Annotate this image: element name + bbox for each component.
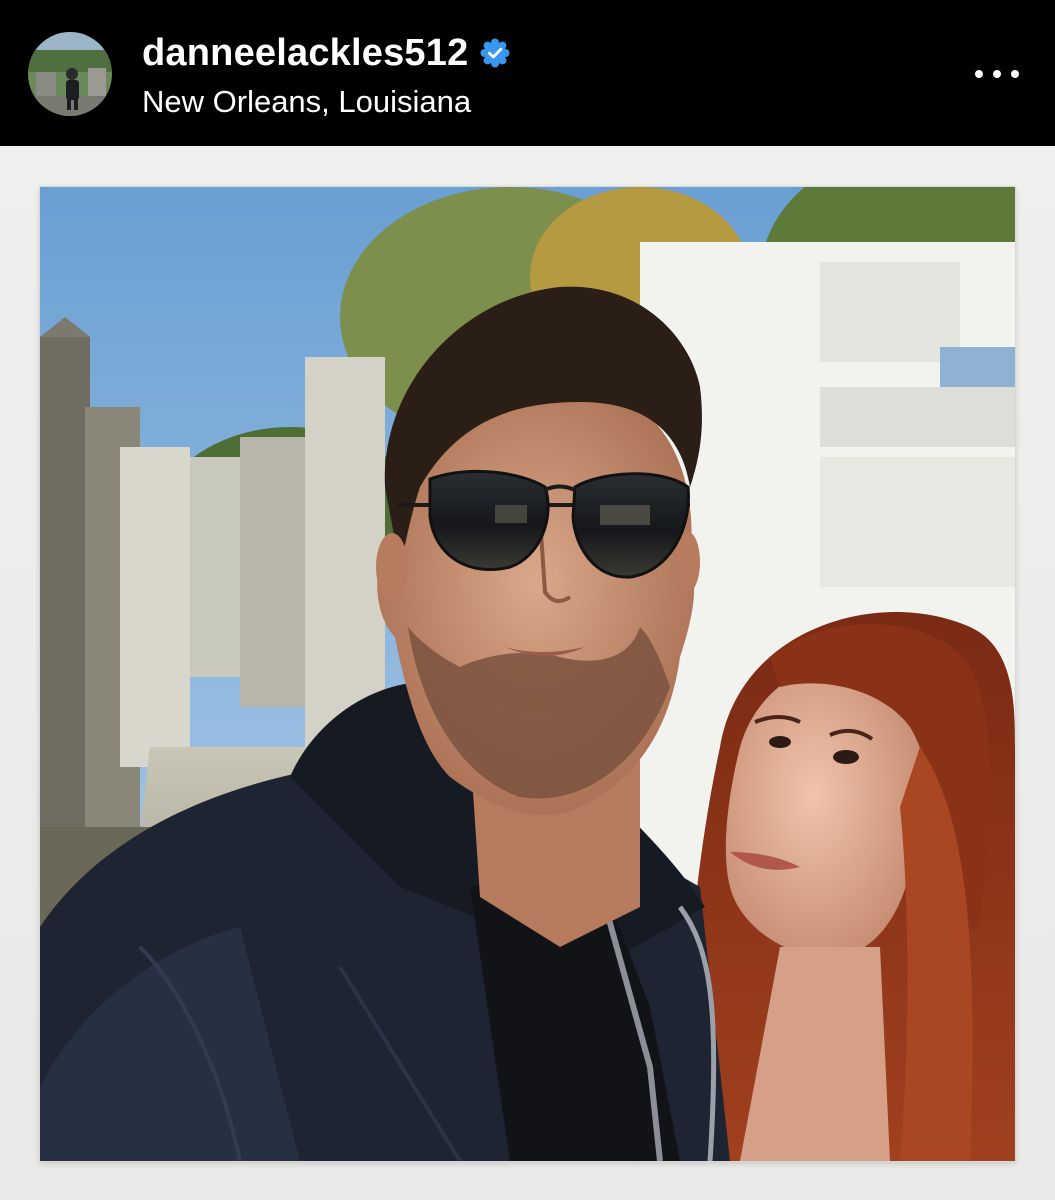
username[interactable]: danneelackles512 <box>142 30 468 76</box>
avatar-image <box>28 32 112 116</box>
more-options-icon[interactable] <box>975 60 1019 88</box>
verified-badge-icon <box>480 38 510 68</box>
more-dot <box>993 70 1001 78</box>
post-header: danneelackles512 New Orleans, Louisiana <box>0 0 1055 146</box>
selfie-photo-illustration <box>40 187 1015 1161</box>
avatar[interactable] <box>28 32 112 116</box>
username-row: danneelackles512 <box>142 30 510 76</box>
more-dot <box>975 70 983 78</box>
location-link[interactable]: New Orleans, Louisiana <box>142 82 471 122</box>
more-dot <box>1011 70 1019 78</box>
post-photo[interactable] <box>40 187 1015 1161</box>
